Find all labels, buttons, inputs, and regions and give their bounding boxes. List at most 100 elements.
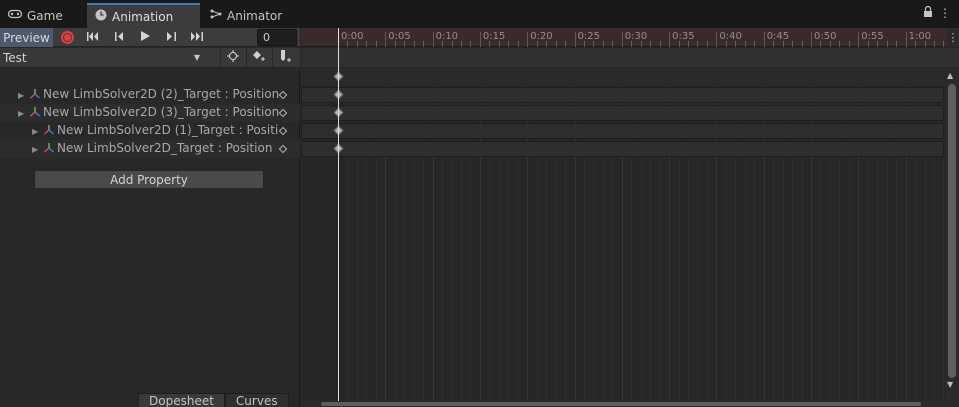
keyframe-toggle-icon[interactable] [278,108,288,118]
animator-icon [210,9,222,22]
next-keyframe-button[interactable] [159,28,183,47]
ruler-label: 0:40 [719,31,742,42]
window-tab-bar: Game Animation Animator ⋮ [0,0,959,28]
play-button[interactable] [133,28,157,47]
frame-field[interactable]: 0 [257,29,297,46]
ruler-minor-tick [792,41,794,47]
playhead[interactable] [338,28,339,407]
ruler-label: 0:15 [482,31,506,42]
tab-animation[interactable]: Animation [87,3,200,28]
kebab-menu-icon[interactable]: ⋮ [939,6,951,20]
ruler-major-tick [716,32,718,47]
horizontal-scrollbar[interactable] [301,401,945,407]
tab-game[interactable]: Game [0,3,71,28]
foldout-arrow-icon[interactable]: ▶ [32,127,38,136]
ruler-minor-tick [839,41,841,47]
ruler-label: 0:55 [861,31,884,42]
events-row[interactable] [301,48,959,68]
ruler-minor-tick [602,41,604,47]
ruler-minor-tick [933,41,935,47]
play-icon [140,31,150,44]
ruler-major-tick [574,32,576,47]
step-forward-icon [166,31,176,44]
property-row[interactable]: ▶ New LimbSolver2D (1)_Target : Position [0,122,300,140]
ruler-minor-tick [943,41,945,47]
summary-track[interactable] [301,68,944,86]
add-keyframe-icon [252,50,266,65]
ruler-label: 0:20 [530,31,553,42]
ruler-minor-tick [754,41,756,47]
ruler-major-tick [811,32,812,47]
scrollbar-thumb[interactable] [948,84,956,378]
gamepad-icon [7,9,23,22]
property-row[interactable]: ▶ New LimbSolver2D (2)_Target : Position [0,86,300,104]
limb-target-icon [29,106,41,118]
kebab-menu-icon[interactable]: ⋮ [947,28,959,47]
add-property-button[interactable]: Add Property [34,170,264,189]
property-track[interactable] [301,123,944,139]
limb-target-icon [43,142,55,154]
ruler-major-tick [669,32,671,47]
limb-target-icon [29,88,41,100]
tab-label: Game [27,8,63,23]
ruler-minor-tick [470,41,472,47]
property-track[interactable] [301,105,944,121]
add-keyframe-button[interactable] [246,48,270,67]
add-event-button[interactable] [272,48,296,67]
property-row[interactable]: ▶ New LimbSolver2D (3)_Target : Position [0,104,300,122]
keyframe-toggle-icon[interactable] [278,126,288,136]
ruler-minor-tick [801,41,803,47]
ruler-major-tick [763,32,765,47]
property-label: New LimbSolver2D (3)_Target : Position [43,105,280,119]
tab-curves[interactable]: Curves [224,393,289,407]
foldout-arrow-icon[interactable]: ▶ [18,109,24,118]
keyframe-toggle-icon[interactable] [278,90,288,100]
scroll-up-icon[interactable]: ▲ [947,71,953,80]
first-keyframe-button[interactable] [81,28,105,47]
lock-icon[interactable] [923,5,933,20]
property-row[interactable]: ▶ New LimbSolver2D_Target : Position [0,140,300,158]
ruler-major-tick [385,32,387,47]
ruler-label: 0:50 [814,31,837,42]
ruler-minor-tick [375,41,377,47]
foldout-arrow-icon[interactable]: ▶ [18,91,24,100]
last-keyframe-button[interactable] [185,28,209,47]
filter-by-selection-button[interactable] [220,48,244,67]
tab-dopesheet[interactable]: Dopesheet [138,393,225,407]
tab-label: Animator [227,8,283,23]
dopesheet-timeline[interactable]: 0:00 0:05 0:10 0:15 0:20 0:25 0:30 0:35 0:40 0:45… [301,28,959,407]
keyframe-toggle-icon[interactable] [278,144,288,154]
vertical-scrollbar[interactable]: ▲ ▼ [945,68,959,407]
ruler-minor-tick [413,41,415,47]
clip-dropdown[interactable]: Test ▼ [0,48,206,67]
tab-animator[interactable]: Animator [202,3,290,28]
scroll-down-icon[interactable]: ▼ [947,380,953,389]
ruler-minor-tick [706,41,708,47]
time-ruler[interactable]: 0:00 0:05 0:10 0:15 0:20 0:25 0:30 0:35 0:40 0:45… [301,28,959,47]
property-label: New LimbSolver2D_Target : Position [57,141,273,155]
scrollbar-thumb[interactable] [321,402,921,406]
property-track[interactable] [301,87,944,103]
skip-end-icon [191,31,203,44]
limb-target-icon [43,124,55,136]
prev-keyframe-button[interactable] [107,28,131,47]
view-mode-tabs: Dopesheet Curves [138,393,289,407]
add-event-icon [278,49,292,66]
preview-button[interactable]: Preview [0,28,53,47]
ruler-major-tick [858,32,860,47]
ruler-label: 0:45 [766,31,790,42]
property-label: New LimbSolver2D (1)_Target : Position [57,123,278,137]
ruler-minor-tick [508,41,510,47]
ruler-minor-tick [565,41,567,47]
ruler-label: 0:00 [341,31,364,42]
property-track[interactable] [301,141,944,157]
record-button[interactable] [55,28,79,47]
ruler-minor-tick [697,41,699,47]
foldout-arrow-icon[interactable]: ▶ [32,145,38,154]
animation-hierarchy-panel: Preview 0 Test ▼ ▶ New LimbSolver2D (2)_… [0,28,300,407]
ruler-minor-tick [886,41,888,47]
record-icon [60,31,74,44]
crosshair-icon [226,50,239,65]
ruler-major-tick [905,32,907,47]
ruler-major-tick [621,32,623,47]
